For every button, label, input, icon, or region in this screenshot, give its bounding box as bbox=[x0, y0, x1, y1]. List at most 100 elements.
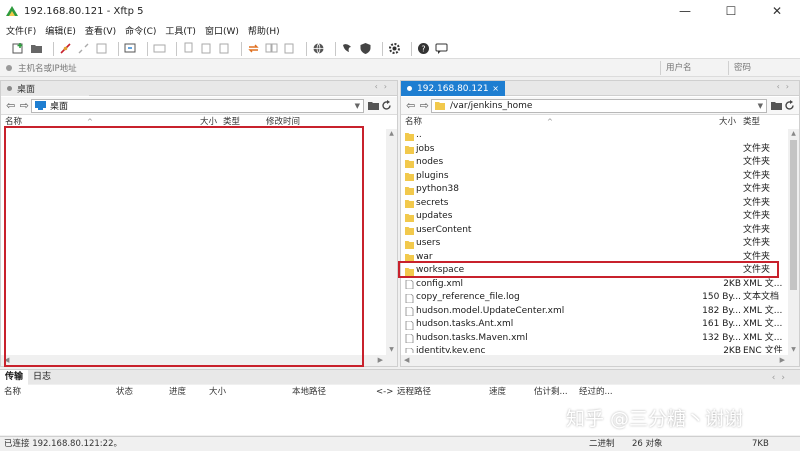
sync-icon[interactable] bbox=[247, 42, 260, 55]
col-eta[interactable]: 估计剩... bbox=[534, 386, 568, 398]
disconnect-icon[interactable] bbox=[77, 42, 90, 55]
menu-window[interactable]: 窗口(W) bbox=[205, 24, 239, 37]
file-type: 文件夹 bbox=[743, 211, 771, 221]
tab-log[interactable]: 日志 bbox=[28, 370, 56, 385]
menu-tools[interactable]: 工具(T) bbox=[165, 24, 196, 37]
tab-local-desktop[interactable]: 桌面 bbox=[1, 81, 89, 96]
copy-icon[interactable] bbox=[182, 42, 195, 55]
file-row[interactable]: jobs 文件夹 bbox=[401, 143, 787, 157]
col-status[interactable]: 状态 bbox=[116, 386, 133, 398]
tab-remote-session[interactable]: 192.168.80.121 × bbox=[401, 81, 505, 96]
remote-path-select[interactable]: /var/jenkins_home ▼ bbox=[431, 98, 767, 113]
file-icon bbox=[405, 280, 414, 289]
password-input[interactable]: 密码 bbox=[728, 61, 798, 75]
menu-file[interactable]: 文件(F) bbox=[6, 24, 36, 37]
local-path-select[interactable]: 桌面 ▼ bbox=[31, 98, 364, 113]
transfer-icon[interactable] bbox=[153, 42, 166, 55]
svg-text:?: ? bbox=[421, 45, 425, 54]
tab-scroll-arrows[interactable]: ‹› bbox=[777, 82, 795, 91]
file-name: nodes bbox=[416, 157, 444, 167]
scroll-left-icon[interactable]: ◀ bbox=[404, 355, 409, 366]
back-icon[interactable]: ⇦ bbox=[6, 99, 15, 112]
col-size[interactable]: 大小 bbox=[209, 386, 226, 398]
new-session-icon[interactable] bbox=[12, 42, 25, 55]
file-row[interactable]: hudson.tasks.Maven.xml 132 By... XML 文... bbox=[401, 332, 787, 346]
forward-icon[interactable]: ⇨ bbox=[420, 99, 429, 112]
menu-command[interactable]: 命令(C) bbox=[125, 24, 156, 37]
open-folder-icon[interactable] bbox=[771, 100, 782, 111]
file-row[interactable]: .. bbox=[401, 129, 787, 143]
file-row[interactable]: nodes 文件夹 bbox=[401, 156, 787, 170]
forward-icon[interactable]: ⇨ bbox=[20, 99, 29, 112]
scroll-right-icon[interactable]: ▶ bbox=[378, 355, 383, 366]
tab-scroll-arrows[interactable]: ‹› bbox=[767, 371, 796, 386]
scroll-down-icon[interactable]: ▼ bbox=[788, 345, 799, 355]
scroll-down-icon[interactable]: ▼ bbox=[386, 345, 397, 355]
reconnect-icon[interactable] bbox=[95, 42, 108, 55]
remote-horizontal-scrollbar[interactable]: ◀ ▶ bbox=[401, 355, 799, 366]
title-bar: 192.168.80.121 - Xftp 5 — ☐ ✕ bbox=[0, 0, 800, 22]
col-direction[interactable]: <-> bbox=[376, 386, 393, 398]
username-input[interactable]: 用户名 bbox=[660, 61, 726, 75]
col-elapsed[interactable]: 经过的... bbox=[579, 386, 613, 398]
compare-icon[interactable] bbox=[265, 42, 278, 55]
scroll-right-icon[interactable]: ▶ bbox=[780, 355, 785, 366]
close-button[interactable]: ✕ bbox=[754, 0, 800, 22]
file-row[interactable]: hudson.tasks.Ant.xml 161 By... XML 文... bbox=[401, 318, 787, 332]
local-vertical-scrollbar[interactable]: ▲ ▼ bbox=[386, 129, 397, 355]
transfer-tabs: 传输 日志 ‹› bbox=[0, 369, 800, 386]
col-remote-path[interactable]: 远程路径 bbox=[397, 386, 431, 398]
toolbar: ? bbox=[0, 39, 800, 59]
close-icon[interactable]: × bbox=[492, 84, 499, 93]
refresh-icon[interactable] bbox=[784, 100, 795, 111]
col-name[interactable]: 名称 bbox=[405, 116, 422, 128]
help-icon[interactable]: ? bbox=[417, 42, 430, 55]
connect-icon[interactable] bbox=[59, 42, 72, 55]
scroll-thumb[interactable] bbox=[790, 140, 797, 290]
globe-icon[interactable] bbox=[312, 42, 325, 55]
col-name[interactable]: 名称 bbox=[4, 386, 21, 398]
open-folder-icon[interactable] bbox=[368, 100, 379, 111]
delete-icon[interactable] bbox=[218, 42, 231, 55]
minimize-button[interactable]: — bbox=[662, 0, 708, 22]
file-row[interactable]: secrets 文件夹 bbox=[401, 197, 787, 211]
shield-icon[interactable] bbox=[359, 42, 372, 55]
file-row[interactable]: identity.key.enc 2KB ENC 文件 bbox=[401, 345, 787, 353]
col-size[interactable]: 大小 bbox=[719, 116, 736, 128]
col-local-path[interactable]: 本地路径 bbox=[292, 386, 326, 398]
file-type: 文件夹 bbox=[743, 224, 771, 235]
scroll-up-icon[interactable]: ▲ bbox=[386, 129, 397, 139]
menu-help[interactable]: 帮助(H) bbox=[248, 24, 280, 37]
refresh-icon[interactable] bbox=[381, 100, 392, 111]
maximize-button[interactable]: ☐ bbox=[708, 0, 754, 22]
file-row[interactable]: updates 文件夹 bbox=[401, 210, 787, 224]
file-row[interactable]: users 文件夹 bbox=[401, 237, 787, 251]
host-input[interactable]: 主机名或IP地址 bbox=[6, 61, 656, 75]
paste-icon[interactable] bbox=[200, 42, 213, 55]
file-row[interactable]: copy_reference_file.log 150 By... 文本文档 bbox=[401, 291, 787, 305]
folder-icon bbox=[405, 186, 414, 195]
menu-view[interactable]: 查看(V) bbox=[85, 24, 116, 37]
file-row[interactable]: config.xml 2KB XML 文... bbox=[401, 278, 787, 292]
file-row[interactable]: plugins 文件夹 bbox=[401, 170, 787, 184]
col-speed[interactable]: 速度 bbox=[489, 386, 506, 398]
tab-transfer[interactable]: 传输 bbox=[0, 369, 29, 385]
menu-edit[interactable]: 编辑(E) bbox=[45, 24, 76, 37]
new-window-icon[interactable] bbox=[124, 42, 137, 55]
col-type[interactable]: 类型 bbox=[743, 116, 760, 128]
xshell-icon[interactable] bbox=[341, 42, 354, 55]
file-row[interactable]: python38 文件夹 bbox=[401, 183, 787, 197]
col-progress[interactable]: 进度 bbox=[169, 386, 186, 398]
file-row[interactable]: hudson.model.UpdateCenter.xml 182 By... XM… bbox=[401, 305, 787, 319]
file-name: hudson.tasks.Maven.xml bbox=[416, 332, 528, 343]
scroll-up-icon[interactable]: ▲ bbox=[788, 129, 799, 139]
file-row[interactable]: userContent 文件夹 bbox=[401, 224, 787, 238]
tab-scroll-arrows[interactable]: ‹› bbox=[375, 82, 393, 91]
back-icon[interactable]: ⇦ bbox=[406, 99, 415, 112]
open-folder-icon[interactable] bbox=[30, 42, 43, 55]
remote-vertical-scrollbar[interactable]: ▲ ▼ bbox=[788, 129, 799, 355]
folder-icon bbox=[435, 102, 445, 110]
gear-icon[interactable] bbox=[388, 42, 401, 55]
bookmark-icon[interactable] bbox=[283, 42, 296, 55]
chat-icon[interactable] bbox=[435, 42, 448, 55]
